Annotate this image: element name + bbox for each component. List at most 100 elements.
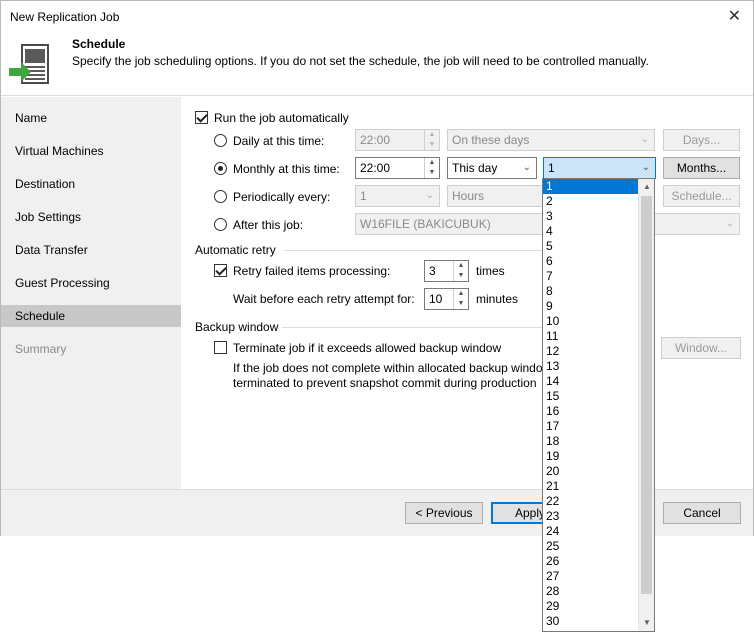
monthly-time-input[interactable]: 22:00 ▲ ▼ <box>355 157 440 179</box>
daily-label: Daily at this time: <box>233 134 325 148</box>
dropdown-option[interactable]: 17 <box>543 419 639 434</box>
day-number-dropdown-list[interactable]: 1 2 3 4 5 6 7 8 9 10 11 12 13 14 15 16 17 18 19 20 21 22 23 24 2… <box>542 178 655 632</box>
dropdown-option[interactable]: 16 <box>543 404 639 419</box>
dropdown-option[interactable]: 9 <box>543 299 639 314</box>
dropdown-option[interactable]: 30 <box>543 614 639 629</box>
dropdown-option[interactable]: 23 <box>543 509 639 524</box>
dropdown-option[interactable]: 18 <box>543 434 639 449</box>
daily-time-value: 22:00 <box>360 133 391 147</box>
nav-item-name[interactable]: Name <box>1 107 181 129</box>
spin-down-icon[interactable]: ▼ <box>425 168 439 178</box>
spin-up-icon[interactable]: ▲ <box>454 261 468 271</box>
daily-time-input[interactable]: 22:00 ▲ ▼ <box>355 129 440 151</box>
scroll-up-icon[interactable]: ▲ <box>639 179 654 195</box>
schedule-server-icon <box>9 44 49 84</box>
chevron-down-icon: ⌄ <box>522 162 531 173</box>
day-number-options: 1 2 3 4 5 6 7 8 9 10 11 12 13 14 15 16 17 18 19 20 21 22 23 24 2… <box>543 179 639 629</box>
retry-count-unit: times <box>476 264 505 278</box>
months-button[interactable]: Months... <box>663 157 740 179</box>
days-button[interactable]: Days... <box>663 129 740 151</box>
retry-wait-input[interactable]: 10 ▲ ▼ <box>424 288 469 310</box>
dropdown-option[interactable]: 2 <box>543 194 639 209</box>
dropdown-option[interactable]: 14 <box>543 374 639 389</box>
backup-window-divider <box>282 327 544 328</box>
dropdown-option[interactable]: 7 <box>543 269 639 284</box>
spin-up-icon[interactable]: ▲ <box>425 130 439 140</box>
dropdown-option[interactable]: 13 <box>543 359 639 374</box>
nav-item-job-settings[interactable]: Job Settings <box>1 206 181 228</box>
window-button[interactable]: Window... <box>661 337 741 359</box>
backup-window-desc-line1: If the job does not complete within allo… <box>233 361 543 375</box>
nav-item-summary: Summary <box>15 342 67 356</box>
spin-down-icon[interactable]: ▼ <box>454 299 468 309</box>
spin-up-icon[interactable]: ▲ <box>425 158 439 168</box>
window-title: New Replication Job <box>10 10 120 24</box>
previous-button[interactable]: < Previous <box>405 502 483 524</box>
schedule-button[interactable]: Schedule... <box>663 185 740 207</box>
nav-item-virtual-machines[interactable]: Virtual Machines <box>1 140 181 162</box>
dropdown-option[interactable]: 27 <box>543 569 639 584</box>
nav-item-data-transfer[interactable]: Data Transfer <box>1 239 181 261</box>
dropdown-scrollbar[interactable]: ▲ ▼ <box>638 179 654 631</box>
chevron-down-icon: ⌄ <box>640 134 649 145</box>
dropdown-option[interactable]: 25 <box>543 539 639 554</box>
dropdown-option[interactable]: 10 <box>543 314 639 329</box>
dropdown-option[interactable]: 4 <box>543 224 639 239</box>
dropdown-option[interactable]: 29 <box>543 599 639 614</box>
retry-failed-checkbox[interactable] <box>214 264 227 277</box>
periodic-value: 1 <box>360 189 367 203</box>
cancel-button[interactable]: Cancel <box>663 502 741 524</box>
terminate-job-label: Terminate job if it exceeds allowed back… <box>233 341 502 355</box>
periodic-value-select[interactable]: 1 ⌄ <box>355 185 440 207</box>
terminate-job-checkbox[interactable] <box>214 341 227 354</box>
daily-time-spinner[interactable]: ▲ ▼ <box>424 130 439 150</box>
dropdown-option[interactable]: 15 <box>543 389 639 404</box>
periodic-unit-value: Hours <box>452 189 485 203</box>
monthly-day-number-select[interactable]: 1 ⌄ <box>543 157 656 179</box>
dropdown-option[interactable]: 6 <box>543 254 639 269</box>
scroll-down-icon[interactable]: ▼ <box>639 615 654 631</box>
after-job-radio[interactable] <box>214 218 227 231</box>
nav-item-destination[interactable]: Destination <box>1 173 181 195</box>
dropdown-option[interactable]: 12 <box>543 344 639 359</box>
dropdown-option[interactable]: 26 <box>543 554 639 569</box>
spin-down-icon[interactable]: ▼ <box>454 271 468 281</box>
dropdown-option[interactable]: 1 <box>543 179 639 194</box>
monthly-time-spinner[interactable]: ▲ ▼ <box>424 158 439 178</box>
dropdown-option[interactable]: 28 <box>543 584 639 599</box>
nav-item-guest-processing[interactable]: Guest Processing <box>1 272 181 294</box>
spin-down-icon[interactable]: ▼ <box>425 140 439 150</box>
monthly-day-type-value: This day <box>452 161 498 175</box>
dropdown-option[interactable]: 8 <box>543 284 639 299</box>
monthly-label: Monthly at this time: <box>233 162 340 176</box>
periodic-unit-select[interactable]: Hours <box>447 185 543 207</box>
dropdown-option[interactable]: 19 <box>543 449 639 464</box>
dropdown-option[interactable]: 5 <box>543 239 639 254</box>
nav-item-schedule[interactable]: Schedule <box>1 305 181 327</box>
dropdown-option[interactable]: 20 <box>543 464 639 479</box>
retry-wait-spinner[interactable]: ▲ ▼ <box>453 289 468 309</box>
scroll-thumb[interactable] <box>641 196 652 594</box>
chevron-down-icon: ⌄ <box>725 218 734 229</box>
retry-count-spinner[interactable]: ▲ ▼ <box>453 261 468 281</box>
dropdown-option[interactable]: 3 <box>543 209 639 224</box>
automatic-retry-header: Automatic retry <box>195 243 276 257</box>
retry-wait-value: 10 <box>429 292 443 306</box>
monthly-day-type-select[interactable]: This day ⌄ <box>447 157 537 179</box>
run-automatically-checkbox[interactable] <box>195 111 208 124</box>
close-icon[interactable]: ✕ <box>728 6 741 26</box>
automatic-retry-divider <box>284 250 544 251</box>
dropdown-option[interactable]: 11 <box>543 329 639 344</box>
backup-window-desc-line2: terminated to prevent snapshot commit du… <box>233 376 537 390</box>
retry-wait-unit: minutes <box>476 292 519 306</box>
dropdown-option[interactable]: 24 <box>543 524 639 539</box>
dropdown-option[interactable]: 22 <box>543 494 639 509</box>
spin-up-icon[interactable]: ▲ <box>454 289 468 299</box>
monthly-radio[interactable] <box>214 162 227 175</box>
daily-radio[interactable] <box>214 134 227 147</box>
retry-count-input[interactable]: 3 ▲ ▼ <box>424 260 469 282</box>
retry-failed-label: Retry failed items processing: <box>233 264 391 278</box>
periodically-radio[interactable] <box>214 190 227 203</box>
daily-days-select[interactable]: On these days ⌄ <box>447 129 655 151</box>
dropdown-option[interactable]: 21 <box>543 479 639 494</box>
